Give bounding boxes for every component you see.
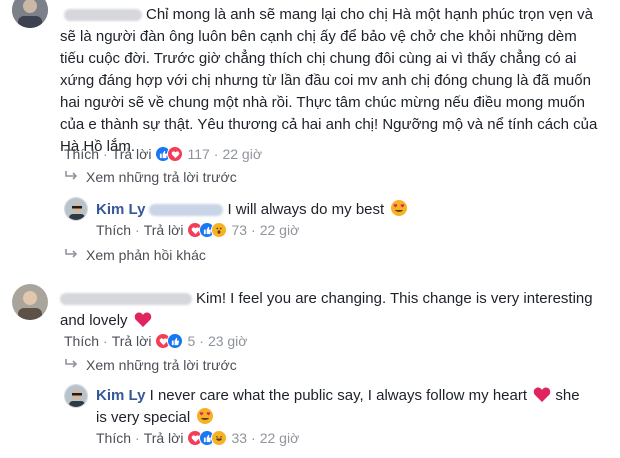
like-button[interactable]: Thích	[64, 146, 99, 162]
reply-author[interactable]: Kim Ly	[96, 387, 145, 404]
reply-button[interactable]: Trả lời	[144, 430, 184, 446]
heart-emoji-icon	[533, 386, 551, 409]
comment-actions: Thích · Trả lời 117 · 22 giờ	[64, 144, 262, 164]
reply-arrow-icon	[64, 357, 78, 373]
comment-text-line: Kim! I feel you are changing. This chang…	[196, 290, 593, 307]
timestamp[interactable]: 22 giờ	[260, 222, 300, 238]
reaction-summary[interactable]	[155, 146, 184, 162]
reply-text-line: is very special	[96, 409, 191, 426]
view-previous-replies-link[interactable]: Xem những trả lời trước	[64, 357, 237, 373]
separator: ·	[213, 146, 219, 162]
reply-button[interactable]: Trả lời	[144, 222, 184, 238]
separator: ·	[135, 430, 140, 446]
tagged-name[interactable]	[149, 204, 224, 217]
like-button[interactable]: Thích	[96, 222, 131, 238]
wow-reaction-icon	[211, 222, 228, 238]
view-other-replies-link[interactable]: Xem phản hồi khác	[64, 247, 206, 263]
commenter-name[interactable]	[60, 293, 192, 306]
view-previous-replies-label[interactable]: Xem những trả lời trước	[86, 357, 237, 373]
like-button[interactable]: Thích	[64, 333, 99, 349]
comment-text-line: Chỉ mong là anh sẽ mang lại cho chị Hà m…	[146, 6, 593, 23]
comment-2: Kim! I feel you are changing. This chang…	[60, 288, 593, 309]
avatar[interactable]	[64, 384, 88, 408]
comment-text-line: của e thành sự thật. Yêu thương cả hai a…	[60, 116, 598, 133]
separator: ·	[103, 146, 108, 162]
avatar[interactable]	[12, 0, 48, 28]
reaction-count[interactable]: 5	[187, 333, 195, 349]
reaction-summary[interactable]	[187, 430, 228, 446]
comment-text-line: xứng đáng hợp với chị nhưng từ lần đầu c…	[60, 72, 591, 89]
separator: ·	[199, 333, 204, 349]
comment-actions: Thích · Trả lời 5 · 23 giờ	[64, 331, 247, 351]
reply-arrow-icon	[64, 169, 78, 185]
love-reaction-icon	[167, 146, 184, 162]
view-other-replies-label[interactable]: Xem phản hồi khác	[86, 247, 206, 263]
comment-text-line: tiếu cuộc đời. Trước giờ chẳng thích chị…	[60, 50, 577, 67]
reply-text: I will always do my best	[227, 201, 385, 218]
timestamp[interactable]: 23 giờ	[208, 333, 248, 349]
reply-actions: Thích · Trả lời 73 · 22 giờ	[96, 220, 299, 240]
timestamp[interactable]: 22 giờ	[222, 146, 262, 162]
timestamp[interactable]: 22 giờ	[260, 430, 300, 446]
reply-arrow-icon	[64, 247, 78, 263]
comment-text-line: sẽ là người đàn ông luôn bên cạnh chị ấy…	[60, 28, 577, 45]
reaction-summary[interactable]	[187, 222, 228, 238]
reaction-summary[interactable]	[155, 333, 184, 349]
reply-text-after-heart: she	[555, 387, 580, 404]
avatar[interactable]	[12, 284, 48, 320]
comment-text-line: hai người sẽ về chung một nhà rồi. Thực …	[60, 94, 585, 111]
reaction-count[interactable]: 117	[187, 146, 209, 162]
separator: ·	[251, 222, 256, 238]
separator: ·	[135, 222, 140, 238]
reply-button[interactable]: Trả lời	[112, 146, 152, 162]
view-previous-replies-label[interactable]: Xem những trả lời trước	[86, 169, 237, 185]
reply-2: Kim Ly I never care what the public say,…	[96, 385, 580, 409]
comment-text-line: and lovely	[60, 312, 128, 329]
reaction-count[interactable]: 73	[231, 222, 247, 238]
reaction-count[interactable]: 33	[231, 430, 247, 446]
view-previous-replies-link[interactable]: Xem những trả lời trước	[64, 169, 237, 185]
reply-actions: Thích · Trả lời 33 · 22 giờ	[96, 428, 299, 448]
separator: ·	[103, 333, 108, 349]
reply-button[interactable]: Trả lời	[112, 333, 152, 349]
heart-eyes-emoji-icon	[390, 199, 408, 223]
haha-reaction-icon	[211, 430, 228, 446]
separator: ·	[251, 430, 256, 446]
like-button[interactable]: Thích	[96, 430, 131, 446]
reply-text-line: I never care what the public say, I alwa…	[149, 387, 528, 404]
avatar[interactable]	[64, 197, 88, 221]
like-reaction-icon	[167, 333, 184, 349]
commenter-name[interactable]	[64, 9, 142, 21]
reply-author[interactable]: Kim Ly	[96, 201, 145, 218]
